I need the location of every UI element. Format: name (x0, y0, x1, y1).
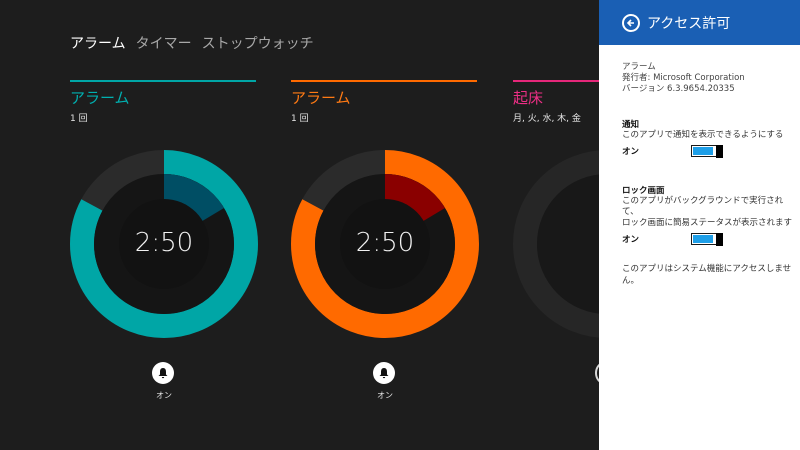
lockscreen-title: ロック画面 (622, 186, 665, 196)
alarm-time: 2:50 (134, 228, 194, 258)
alarm-card-1[interactable]: アラーム 1 回 (70, 80, 258, 124)
tab-alarm[interactable]: アラーム (70, 33, 126, 53)
notifications-title: 通知 (622, 120, 640, 130)
permissions-panel: アクセス許可 アラーム 発行者: Microsoft Corporation バ… (599, 0, 800, 450)
alarm-time: 2:50 (355, 228, 415, 258)
lockscreen-desc-2: ロック画面に簡易ステータスが表示されます (622, 218, 793, 228)
tab-timer[interactable]: タイマー (136, 33, 192, 53)
alarm-title: アラーム (291, 89, 351, 107)
alarm-card-2[interactable]: アラーム 1 回 (291, 80, 479, 124)
top-nav: アラーム タイマー ストップウォッチ (70, 33, 314, 53)
toggle-knob (716, 232, 723, 246)
card-accent-rule (70, 80, 256, 82)
alarm-repeat: 1 回 (70, 114, 88, 124)
bell-icon (379, 368, 389, 379)
alarm-toggle-button[interactable] (373, 362, 395, 384)
notifications-toggle[interactable] (691, 144, 723, 158)
lockscreen-section: ロック画面 このアプリがバックグラウンドで実行されて、 ロック画面に簡易ステータ… (622, 184, 793, 246)
notifications-desc: このアプリで通知を表示できるようにする (622, 130, 784, 140)
alarms-app: アラーム タイマー ストップウォッチ アラーム 1 回 2:50 オン アラーム… (0, 0, 800, 450)
lockscreen-toggle-label: オン (622, 235, 640, 245)
alarm-toggle-button[interactable] (152, 362, 174, 384)
bell-icon (158, 368, 168, 379)
lockscreen-toggle-row: オン (622, 232, 792, 246)
back-arrow-icon (626, 18, 634, 27)
notifications-toggle-row: オン (622, 144, 792, 158)
app-info: アラーム 発行者: Microsoft Corporation バージョン 6.… (622, 62, 745, 95)
notifications-section: 通知 このアプリで通知を表示できるようにする オン (622, 118, 792, 158)
app-name: アラーム (622, 62, 656, 72)
panel-header: アクセス許可 (599, 0, 800, 45)
toggle-knob (716, 144, 723, 158)
version: バージョン 6.3.9654.20335 (622, 84, 735, 94)
tab-stopwatch[interactable]: ストップウォッチ (202, 33, 314, 53)
lockscreen-desc-1: このアプリがバックグラウンドで実行されて、 (622, 196, 784, 217)
toggle-fill (693, 147, 713, 155)
alarm-state: オン (377, 391, 393, 400)
alarm-state: オン (156, 391, 172, 400)
card-accent-rule (291, 80, 477, 82)
lockscreen-toggle[interactable] (691, 232, 723, 246)
notifications-toggle-label: オン (622, 147, 640, 157)
toggle-fill (693, 235, 713, 243)
back-button[interactable] (622, 13, 640, 32)
panel-title: アクセス許可 (647, 15, 731, 32)
publisher: 発行者: Microsoft Corporation (622, 73, 745, 83)
alarm-repeat: 1 回 (291, 114, 309, 124)
no-system-access-note: このアプリはシステム機能にアクセスしません。 (622, 264, 792, 286)
alarm-title: アラーム (70, 89, 130, 107)
